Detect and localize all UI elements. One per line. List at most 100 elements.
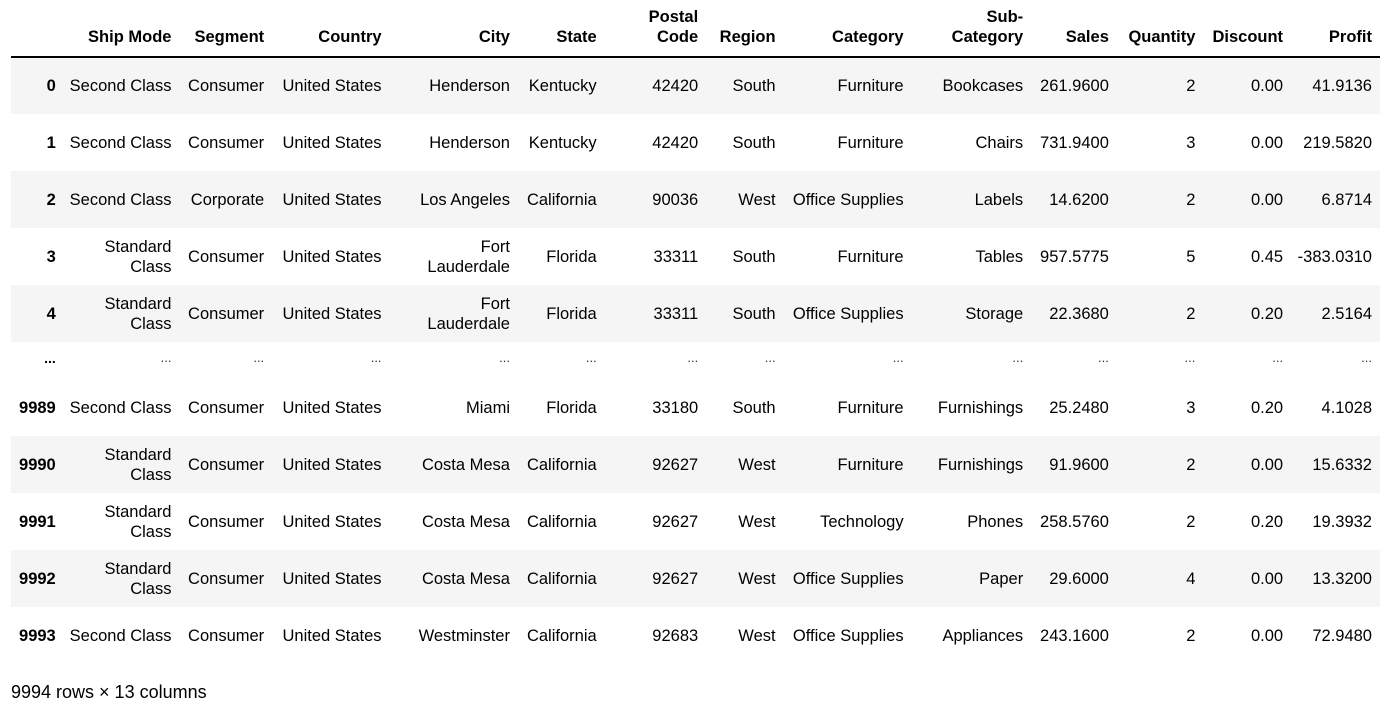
column-header-ship-mode: Ship Mode <box>63 0 180 58</box>
cell-country: United States <box>282 398 382 417</box>
cell-postal-code: 42420 <box>652 133 699 152</box>
cell-quantity: 2 <box>1186 455 1196 474</box>
column-header-sub-category: Sub- Category <box>911 0 1032 58</box>
table-row: 9991 Standard Class Consumer United States C… <box>11 493 1380 550</box>
cell-quantity: 5 <box>1186 247 1196 266</box>
row-index: 9990 <box>19 455 56 474</box>
cell-region: South <box>732 133 776 152</box>
table-row: 9992 Standard Class Consumer United States C… <box>11 550 1380 607</box>
cell-city: Costa Mesa <box>421 455 510 474</box>
column-header-postal-code: Postal Code <box>604 0 707 58</box>
cell-discount: 0.45 <box>1250 247 1284 266</box>
cell-country: United States <box>282 569 382 588</box>
cell-country: United States <box>282 455 382 474</box>
cell-sub-category: Tables <box>975 247 1024 266</box>
cell-discount: ... <box>1272 349 1284 365</box>
cell-city: Costa Mesa <box>421 512 510 531</box>
cell-category: Office Supplies <box>792 304 904 323</box>
table-row: 9989 Second Class Consumer United States Mia… <box>11 379 1380 436</box>
cell-ship-mode: ... <box>160 349 172 365</box>
cell-region: South <box>732 304 776 323</box>
cell-quantity: 2 <box>1186 626 1196 645</box>
cell-ship-mode: Second Class <box>69 626 172 645</box>
table-row: 1 Second Class Consumer United States Hender… <box>11 114 1380 171</box>
cell-quantity: 2 <box>1186 512 1196 531</box>
cell-quantity: 3 <box>1186 133 1196 152</box>
cell-quantity: 3 <box>1186 398 1196 417</box>
cell-postal-code: 92683 <box>652 626 699 645</box>
cell-postal-code: 42420 <box>652 77 699 95</box>
cell-postal-code: 33311 <box>653 304 699 323</box>
cell-category: Furniture <box>837 398 904 417</box>
cell-sub-category: Phones <box>967 512 1024 531</box>
cell-state: California <box>526 569 597 588</box>
table-row: 0 Second Class Consumer United States Hender… <box>11 57 1380 114</box>
column-header-quantity: Quantity <box>1116 0 1204 58</box>
cell-discount: 0.00 <box>1250 190 1284 209</box>
cell-city: Henderson <box>429 77 510 95</box>
cell-discount: 0.20 <box>1250 512 1284 531</box>
cell-sub-category: Labels <box>974 190 1024 209</box>
cell-ship-mode: Standard Class <box>104 445 172 484</box>
cell-profit: 219.5820 <box>1303 133 1372 152</box>
row-index: 3 <box>46 247 56 266</box>
table-row: 3 Standard Class Consumer United States Fort… <box>11 228 1380 285</box>
row-index: ... <box>44 349 56 366</box>
cell-category: Furniture <box>837 247 904 266</box>
cell-profit: 72.9480 <box>1312 626 1372 645</box>
row-index: 9992 <box>19 569 56 588</box>
cell-region: South <box>732 247 776 266</box>
cell-state: ... <box>585 349 597 365</box>
cell-sub-category: ... <box>1012 349 1024 365</box>
cell-segment: Consumer <box>188 133 265 152</box>
cell-region: South <box>732 398 776 417</box>
cell-sales: ... <box>1098 349 1109 365</box>
cell-discount: 0.00 <box>1250 455 1284 474</box>
cell-segment: Consumer <box>188 398 265 417</box>
cell-city: Fort Lauderdale <box>427 237 510 276</box>
cell-ship-mode: Second Class <box>69 398 172 417</box>
cell-region: West <box>738 190 776 209</box>
cell-postal-code: 33180 <box>652 398 699 417</box>
cell-sub-category: Furnishings <box>937 398 1024 417</box>
cell-category: Furniture <box>837 133 904 152</box>
cell-city: Westminster <box>418 626 510 645</box>
cell-country: United States <box>282 133 382 152</box>
cell-segment: Corporate <box>190 190 265 209</box>
row-index: 1 <box>46 133 56 152</box>
column-header-state: State <box>517 0 605 58</box>
dataframe-table: Ship Mode Segment Country City State Postal Co… <box>11 0 1380 664</box>
cell-postal-code: 33311 <box>653 247 699 266</box>
cell-country: United States <box>282 190 382 209</box>
cell-region: West <box>738 512 776 531</box>
cell-category: Technology <box>820 512 904 531</box>
cell-sales: 29.6000 <box>1049 569 1109 588</box>
cell-city: Miami <box>465 398 510 417</box>
column-header-region: Region <box>706 0 784 58</box>
cell-discount: 0.00 <box>1250 133 1284 152</box>
cell-quantity: 2 <box>1186 304 1196 323</box>
table-row: 4 Standard Class Consumer United States Fort… <box>11 285 1380 342</box>
cell-state: Florida <box>546 304 597 323</box>
cell-profit: 19.3932 <box>1312 512 1372 531</box>
cell-sub-category: Chairs <box>975 133 1024 152</box>
cell-state: California <box>526 190 597 209</box>
ellipsis-row: ........................................… <box>11 342 1380 379</box>
cell-quantity: 2 <box>1186 77 1196 95</box>
cell-ship-mode: Second Class <box>69 77 172 95</box>
cell-city: ... <box>499 349 510 365</box>
table-body: 0 Second Class Consumer United States Hender… <box>11 57 1380 664</box>
table-row: 9993 Second Class Consumer United States Wes… <box>11 607 1380 664</box>
cell-segment: Consumer <box>188 569 265 588</box>
cell-ship-mode: Second Class <box>69 190 172 209</box>
cell-category: Office Supplies <box>792 190 904 209</box>
cell-state: Florida <box>546 247 597 266</box>
cell-state: California <box>526 626 597 645</box>
cell-sales: 258.5760 <box>1040 512 1109 531</box>
header-row: Ship Mode Segment Country City State Postal Co… <box>11 0 1380 58</box>
cell-country: United States <box>282 304 382 323</box>
cell-postal-code: 90036 <box>652 190 699 209</box>
cell-profit: 15.6332 <box>1312 455 1372 474</box>
cell-discount: 0.00 <box>1250 77 1284 95</box>
cell-quantity: ... <box>1184 349 1196 365</box>
